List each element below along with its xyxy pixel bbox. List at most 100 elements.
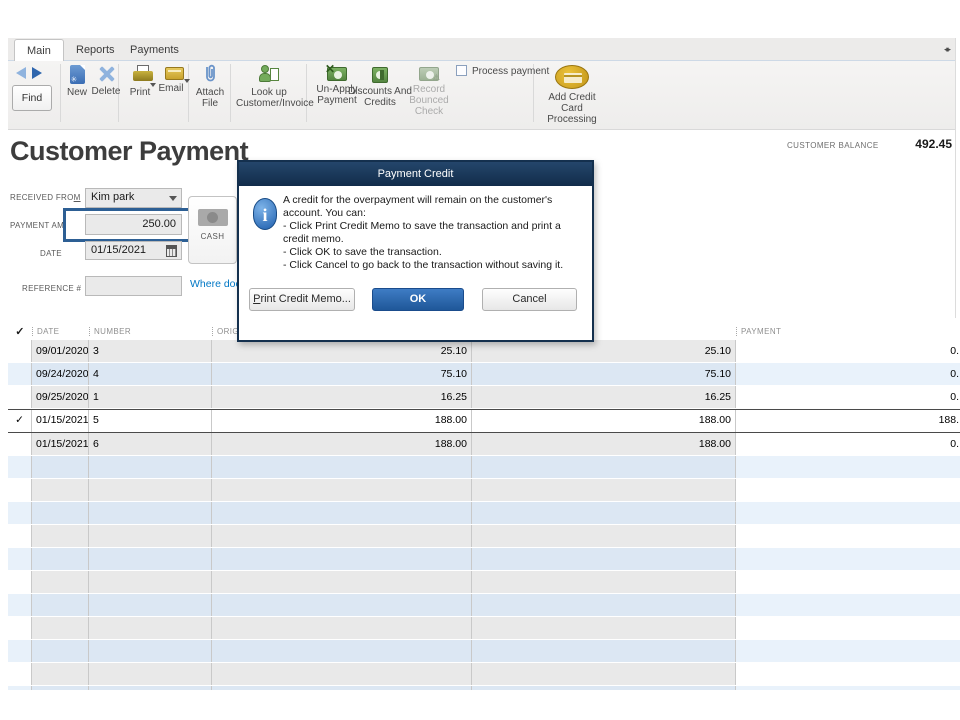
column-header-date[interactable]: DATE xyxy=(32,326,89,336)
cell-orig-amt[interactable] xyxy=(212,548,472,570)
cell-date[interactable]: 01/15/2021 xyxy=(32,410,89,432)
payment-amount-input[interactable]: 250.00 xyxy=(85,214,182,235)
cell-payment[interactable]: 0. xyxy=(736,363,960,385)
cell-check[interactable] xyxy=(8,386,32,408)
email-button[interactable]: Email xyxy=(154,67,194,94)
table-empty-row[interactable] xyxy=(8,479,960,502)
table-empty-row[interactable] xyxy=(8,548,960,571)
cell-date[interactable] xyxy=(32,456,89,478)
cell-orig-amt[interactable] xyxy=(212,640,472,662)
checkbox-icon[interactable] xyxy=(456,65,467,76)
forward-arrow-icon[interactable] xyxy=(32,67,42,79)
cell-orig-amt[interactable] xyxy=(212,663,472,685)
cell-amt-due[interactable] xyxy=(472,502,736,524)
table-row[interactable]: ✓01/15/20215188.00188.00188. xyxy=(8,409,960,433)
cell-number[interactable] xyxy=(89,456,212,478)
cell-number[interactable]: 4 xyxy=(89,363,212,385)
cell-orig-amt[interactable]: 75.10 xyxy=(212,363,472,385)
cell-orig-amt[interactable] xyxy=(212,594,472,616)
cell-payment[interactable] xyxy=(736,548,960,570)
add-credit-card-button[interactable]: Add Credit Card Processing xyxy=(540,65,604,125)
tab-main[interactable]: Main xyxy=(14,39,64,62)
cell-payment[interactable] xyxy=(736,686,960,690)
cell-check[interactable] xyxy=(8,686,32,690)
cell-amt-due[interactable] xyxy=(472,525,736,547)
column-header-number[interactable]: NUMBER xyxy=(89,326,212,336)
cell-payment[interactable]: 0. xyxy=(736,386,960,408)
cell-orig-amt[interactable] xyxy=(212,502,472,524)
cell-check[interactable] xyxy=(8,502,32,524)
cell-orig-amt[interactable] xyxy=(212,479,472,501)
table-empty-row[interactable] xyxy=(8,640,960,663)
table-row[interactable]: 01/15/20216188.00188.000. xyxy=(8,433,960,456)
cell-date[interactable] xyxy=(32,594,89,616)
cell-orig-amt[interactable]: 16.25 xyxy=(212,386,472,408)
cell-amt-due[interactable] xyxy=(472,686,736,690)
cell-number[interactable] xyxy=(89,686,212,690)
cell-check[interactable] xyxy=(8,525,32,547)
cell-payment[interactable] xyxy=(736,502,960,524)
cell-date[interactable] xyxy=(32,686,89,690)
find-button[interactable]: Find xyxy=(12,85,52,111)
process-payment-checkbox[interactable]: Process payment xyxy=(456,65,552,77)
cell-check[interactable] xyxy=(8,433,32,455)
table-row[interactable]: 09/25/2020116.2516.250. xyxy=(8,386,960,409)
table-row[interactable]: 09/01/2020325.1025.100. xyxy=(8,340,960,363)
cell-orig-amt[interactable]: 188.00 xyxy=(212,410,472,432)
cell-amt-due[interactable] xyxy=(472,640,736,662)
cell-date[interactable] xyxy=(32,479,89,501)
dropdown-caret-icon[interactable] xyxy=(169,196,177,201)
calendar-icon[interactable] xyxy=(166,245,177,257)
back-arrow-icon[interactable] xyxy=(16,67,26,79)
table-empty-row[interactable] xyxy=(8,502,960,525)
cell-date[interactable]: 09/01/2020 xyxy=(32,340,89,362)
cell-date[interactable] xyxy=(32,502,89,524)
cell-number[interactable] xyxy=(89,571,212,593)
cell-number[interactable] xyxy=(89,502,212,524)
table-empty-row[interactable] xyxy=(8,571,960,594)
cell-amt-due[interactable]: 16.25 xyxy=(472,386,736,408)
cell-check[interactable] xyxy=(8,571,32,593)
cell-date[interactable]: 09/25/2020 xyxy=(32,386,89,408)
cell-number[interactable] xyxy=(89,479,212,501)
cell-number[interactable] xyxy=(89,548,212,570)
payment-method-cash-button[interactable]: CASH xyxy=(188,196,237,264)
cell-payment[interactable] xyxy=(736,571,960,593)
cell-payment[interactable] xyxy=(736,594,960,616)
cell-orig-amt[interactable] xyxy=(212,571,472,593)
cell-amt-due[interactable] xyxy=(472,571,736,593)
cell-number[interactable]: 5 xyxy=(89,410,212,432)
cell-date[interactable] xyxy=(32,525,89,547)
cell-payment[interactable] xyxy=(736,617,960,639)
cell-orig-amt[interactable]: 25.10 xyxy=(212,340,472,362)
received-from-dropdown[interactable]: Kim park xyxy=(85,188,182,208)
table-empty-row[interactable] xyxy=(8,617,960,640)
cell-payment[interactable]: 0. xyxy=(736,433,960,455)
cell-date[interactable] xyxy=(32,571,89,593)
cell-amt-due[interactable] xyxy=(472,663,736,685)
column-header-payment[interactable]: PAYMENT xyxy=(736,326,960,336)
tab-payments[interactable]: Payments xyxy=(118,40,191,61)
cell-amt-due[interactable]: 75.10 xyxy=(472,363,736,385)
cell-date[interactable]: 01/15/2021 xyxy=(32,433,89,455)
cell-check[interactable] xyxy=(8,479,32,501)
delete-button[interactable]: Delete xyxy=(84,65,128,97)
cell-check[interactable] xyxy=(8,363,32,385)
cell-number[interactable]: 3 xyxy=(89,340,212,362)
cell-number[interactable] xyxy=(89,640,212,662)
cell-payment[interactable] xyxy=(736,479,960,501)
cell-date[interactable] xyxy=(32,640,89,662)
cell-orig-amt[interactable] xyxy=(212,456,472,478)
table-empty-row[interactable] xyxy=(8,663,960,686)
cell-payment[interactable]: 188. xyxy=(736,410,960,432)
column-header-check[interactable]: ✓ xyxy=(8,325,32,338)
cancel-button[interactable]: Cancel xyxy=(482,288,577,311)
cell-payment[interactable] xyxy=(736,640,960,662)
cell-amt-due[interactable]: 188.00 xyxy=(472,410,736,432)
cell-number[interactable] xyxy=(89,663,212,685)
cell-date[interactable] xyxy=(32,617,89,639)
cell-number[interactable] xyxy=(89,525,212,547)
cell-payment[interactable] xyxy=(736,525,960,547)
attach-file-button[interactable]: Attach File xyxy=(192,64,228,109)
cell-check[interactable]: ✓ xyxy=(8,410,32,432)
